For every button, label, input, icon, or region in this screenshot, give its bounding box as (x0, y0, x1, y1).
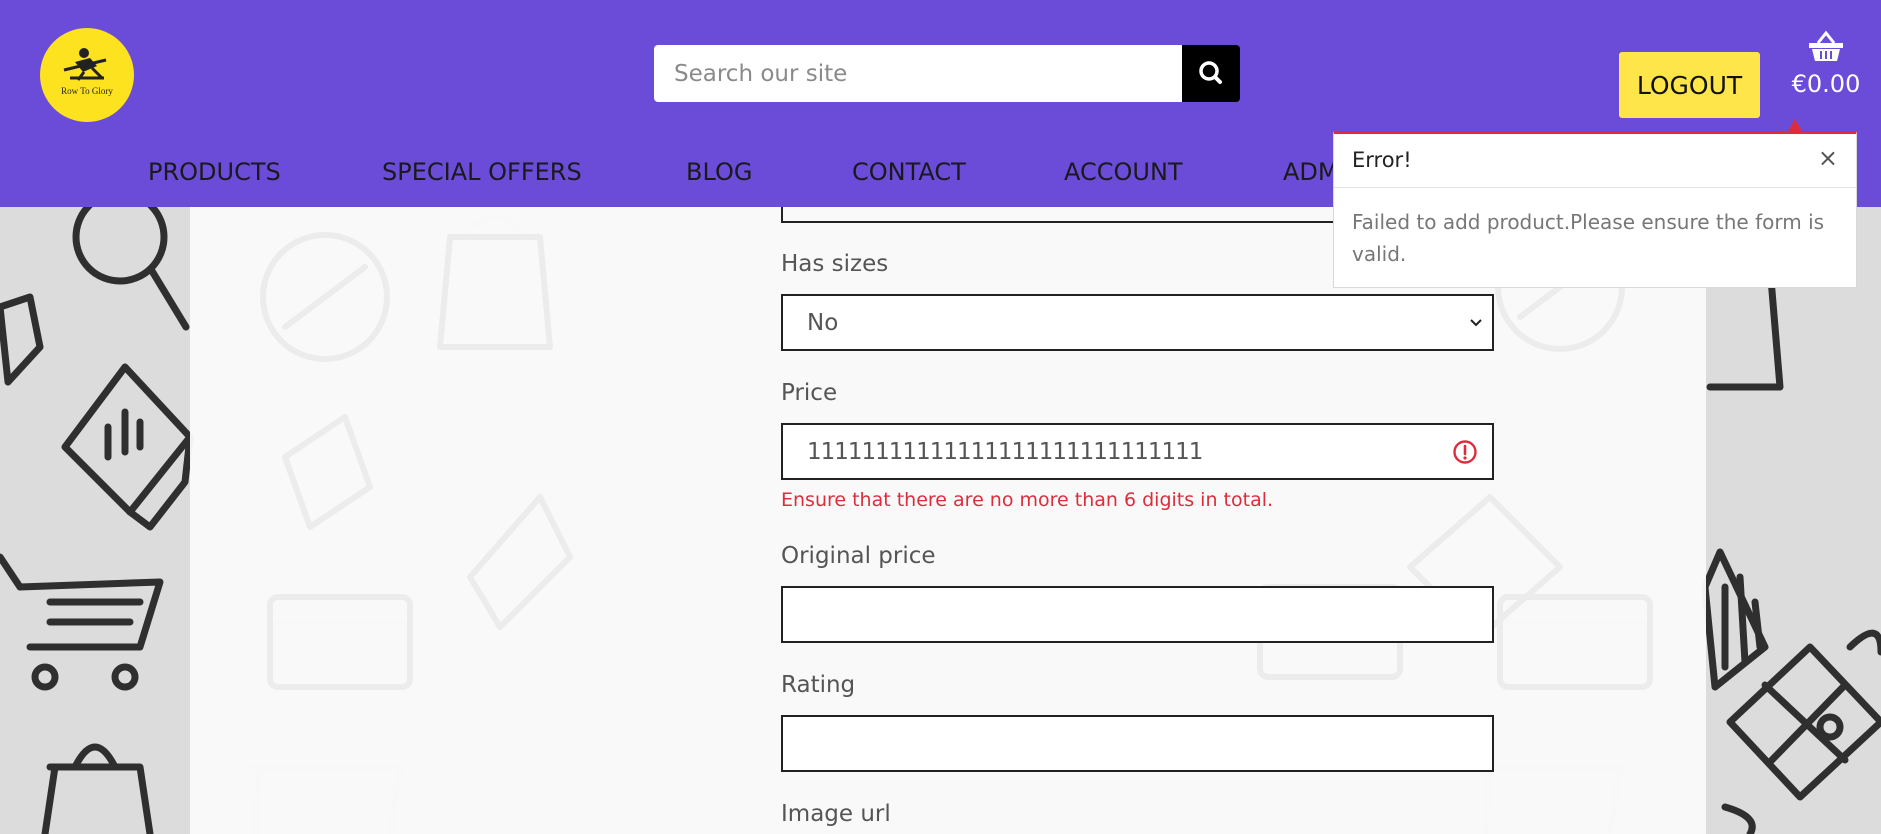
logout-button[interactable]: LOGOUT (1619, 52, 1760, 118)
error-toast: Error! × Failed to add product.Please en… (1333, 131, 1857, 288)
image-url-label: Image url (781, 801, 891, 827)
price-label: Price (781, 380, 838, 406)
search-input[interactable] (654, 45, 1182, 102)
search-button[interactable] (1182, 45, 1240, 102)
tag-icon (0, 293, 44, 386)
toast-header: Error! × (1334, 134, 1856, 188)
price-error-message: Ensure that there are no more than 6 dig… (781, 489, 1274, 511)
has-sizes-value: No (807, 310, 839, 336)
chevron-down-icon (1470, 319, 1482, 327)
original-price-label: Original price (781, 543, 936, 569)
basket-link[interactable]: €0.00 (1788, 30, 1864, 110)
nav-products[interactable]: PRODUCTS (148, 158, 281, 186)
nav-blog[interactable]: BLOG (686, 158, 752, 186)
basket-total: €0.00 (1791, 70, 1861, 98)
bag-icon (41, 763, 154, 834)
rating-label: Rating (781, 672, 856, 698)
nav-contact[interactable]: CONTACT (852, 158, 966, 186)
rating-input[interactable] (781, 715, 1494, 772)
nav-account[interactable]: ACCOUNT (1064, 158, 1183, 186)
error-alert-icon (1453, 440, 1477, 464)
toast-pointer (1788, 119, 1802, 131)
close-icon[interactable]: × (1818, 144, 1838, 172)
product-form-card: Has sizes No Price 111111111111111111111… (190, 207, 1706, 834)
basket-icon (1809, 30, 1843, 61)
logo-text: Row To Glory (61, 86, 113, 96)
search-icon (1199, 61, 1222, 84)
nav-admin[interactable]: ADM (1283, 158, 1339, 186)
original-price-input[interactable] (781, 586, 1494, 643)
search-bar (654, 45, 1240, 102)
rower-logo-icon (63, 48, 107, 81)
has-sizes-label: Has sizes (781, 251, 889, 277)
has-sizes-select[interactable]: No (781, 294, 1494, 351)
toast-message: Failed to add product.Please ensure the … (1352, 210, 1825, 266)
nav-special-offers[interactable]: SPECIAL OFFERS (382, 158, 582, 186)
price-input[interactable]: 11111111111111111111111111111 (781, 423, 1494, 480)
toast-title: Error! (1352, 148, 1412, 172)
site-logo[interactable]: Row To Glory (40, 28, 134, 122)
price-value: 11111111111111111111111111111 (807, 439, 1203, 465)
